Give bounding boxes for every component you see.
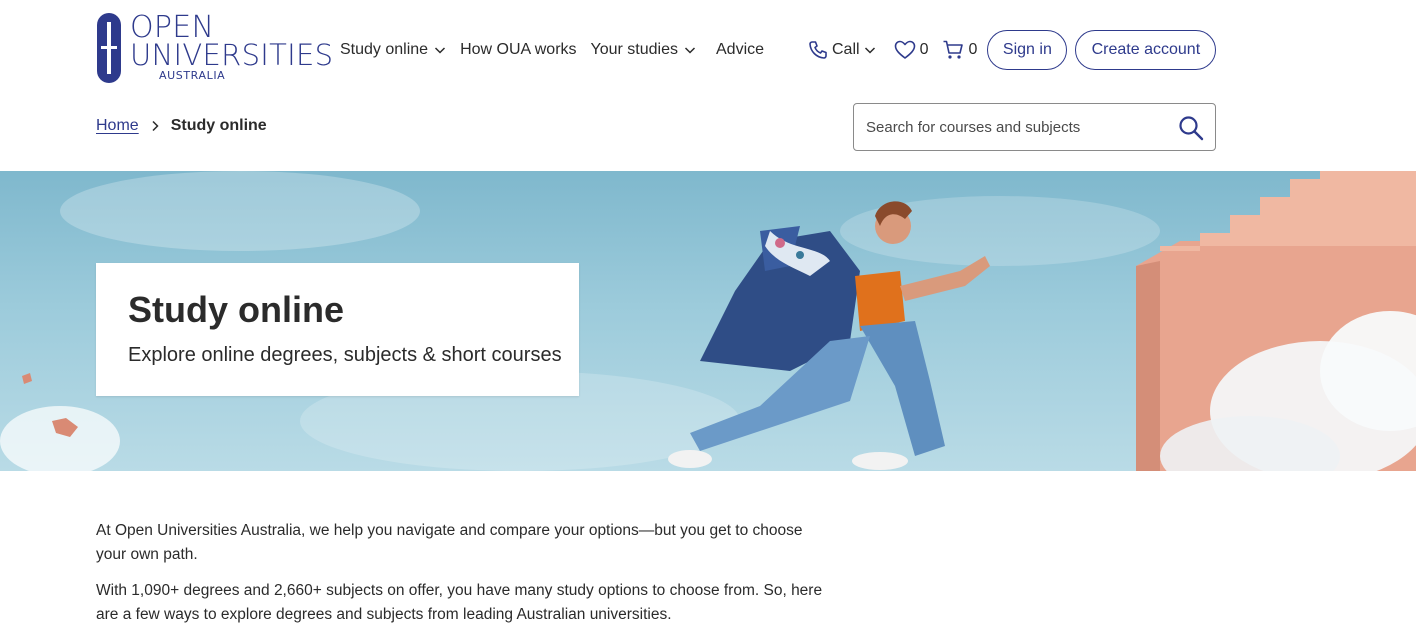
nav-how-oua-works-label: How OUA works	[460, 41, 577, 58]
phone-icon	[809, 41, 827, 59]
call-button[interactable]: Call	[808, 40, 876, 60]
breadcrumb-home-link[interactable]: Home	[96, 117, 139, 135]
chevron-right-icon	[152, 120, 159, 132]
cart-icon	[943, 40, 964, 59]
nav-advice[interactable]: Advice	[716, 41, 764, 59]
search-icon[interactable]	[1178, 115, 1204, 141]
intro-paragraph-2: With 1,090+ degrees and 2,660+ subjects …	[96, 582, 823, 623]
nav-advice-label: Advice	[716, 41, 765, 58]
chevron-down-icon	[864, 47, 875, 54]
wishlist-count: 0	[919, 41, 929, 58]
logo-mark-icon	[97, 13, 121, 83]
chevron-down-icon	[684, 47, 696, 54]
create-account-button[interactable]: Create account	[1075, 30, 1217, 70]
hero-banner: Study online Explore online degrees, sub…	[0, 171, 1416, 471]
nav-study-online-label: Study online	[340, 41, 429, 58]
call-label: Call	[832, 41, 860, 58]
cart-count: 0	[968, 41, 978, 58]
page-subtitle: Explore online degrees, subjects & short…	[128, 344, 562, 366]
hero-card: Study online Explore online degrees, sub…	[96, 263, 579, 396]
heart-icon	[894, 40, 915, 59]
nav-how-oua-works[interactable]: How OUA works	[460, 41, 576, 59]
nav-study-online[interactable]: Study online	[340, 41, 446, 59]
utility-nav: Call 0 0 Sign in Create account	[808, 30, 1217, 70]
breadcrumb-current: Study online	[170, 117, 267, 134]
sign-in-button[interactable]: Sign in	[987, 30, 1068, 70]
search-box	[853, 103, 1216, 151]
oua-logo[interactable]: OPEN UNIVERSITIES AUSTRALIA	[96, 12, 333, 86]
breadcrumb: Home Study online	[96, 117, 267, 135]
nav-your-studies[interactable]: Your studies	[591, 41, 696, 59]
cart-button[interactable]: 0	[942, 39, 977, 61]
chevron-down-icon	[435, 47, 446, 54]
intro-content: At Open Universities Australia, we help …	[96, 519, 826, 639]
page-title: Study online	[128, 289, 344, 330]
nav-your-studies-label: Your studies	[590, 41, 678, 58]
main-nav: Study online How OUA works Your studies …	[340, 38, 778, 62]
site-header: OPEN UNIVERSITIES AUSTRALIA Study online…	[0, 0, 1416, 171]
logo-line3: AUSTRALIA	[159, 69, 226, 82]
search-input[interactable]	[854, 107, 1164, 147]
wishlist-button[interactable]: 0	[894, 40, 929, 60]
intro-paragraph-1: At Open Universities Australia, we help …	[96, 522, 803, 563]
logo-line2: UNIVERSITIES	[130, 38, 334, 72]
